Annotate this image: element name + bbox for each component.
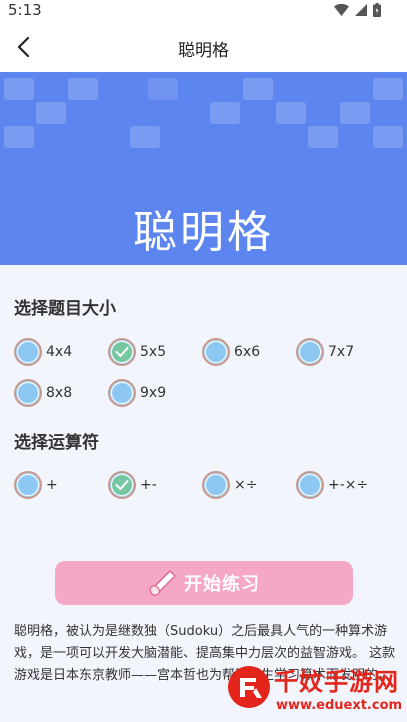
operator-option-plus-minus[interactable]: +- bbox=[108, 470, 157, 500]
banner-title: 聪明格 bbox=[133, 207, 274, 258]
pencil-hand-icon bbox=[149, 570, 176, 596]
option-label: 5x5 bbox=[140, 344, 167, 360]
option-label: +- bbox=[140, 477, 157, 493]
checkmark-icon bbox=[115, 480, 129, 490]
radio-button[interactable] bbox=[202, 338, 230, 366]
option-label: +-×÷ bbox=[328, 477, 369, 493]
battery-icon bbox=[373, 3, 381, 17]
watermark: 千妏手游网 www.eduext.com bbox=[222, 662, 407, 722]
option-label: 9x9 bbox=[140, 385, 167, 401]
radio-button-checked[interactable] bbox=[108, 338, 136, 366]
operator-option-plus[interactable]: + bbox=[14, 470, 58, 500]
option-label: + bbox=[46, 477, 58, 493]
size-option-8x8[interactable]: 8x8 bbox=[14, 378, 72, 408]
operator-section-title: 选择运算符 bbox=[14, 433, 99, 453]
status-icons bbox=[334, 3, 381, 17]
watermark-logo-icon bbox=[228, 666, 270, 708]
start-button-label: 开始练习 bbox=[184, 574, 260, 595]
option-label: 8x8 bbox=[46, 385, 73, 401]
option-label: 7x7 bbox=[328, 344, 355, 360]
radio-button[interactable] bbox=[14, 471, 42, 499]
size-option-7x7[interactable]: 7x7 bbox=[296, 337, 354, 367]
option-label: ×÷ bbox=[234, 477, 258, 493]
operator-option-times-divide[interactable]: ×÷ bbox=[202, 470, 257, 500]
watermark-name: 千妏手游网 bbox=[274, 668, 399, 696]
radio-button[interactable] bbox=[296, 338, 324, 366]
size-option-5x5[interactable]: 5x5 bbox=[108, 337, 166, 367]
radio-button[interactable] bbox=[108, 379, 136, 407]
status-time: 5:13 bbox=[8, 1, 42, 19]
radio-button[interactable] bbox=[14, 379, 42, 407]
size-section-title: 选择题目大小 bbox=[14, 299, 116, 319]
start-practice-button[interactable]: 开始练习 bbox=[55, 561, 353, 605]
option-label: 6x6 bbox=[234, 344, 261, 360]
checkmark-icon bbox=[115, 347, 129, 357]
signal-icon bbox=[355, 4, 367, 16]
status-bar: 5:13 bbox=[0, 0, 407, 22]
operator-option-all[interactable]: +-×÷ bbox=[296, 470, 368, 500]
radio-button[interactable] bbox=[202, 471, 230, 499]
wifi-icon bbox=[334, 4, 349, 16]
radio-button-checked[interactable] bbox=[108, 471, 136, 499]
size-option-6x6[interactable]: 6x6 bbox=[202, 337, 260, 367]
option-label: 4x4 bbox=[46, 344, 73, 360]
size-option-4x4[interactable]: 4x4 bbox=[14, 337, 72, 367]
watermark-url: www.eduext.com bbox=[276, 698, 403, 713]
radio-button[interactable] bbox=[14, 338, 42, 366]
radio-button[interactable] bbox=[296, 471, 324, 499]
size-option-9x9[interactable]: 9x9 bbox=[108, 378, 166, 408]
page-title: 聪明格 bbox=[178, 41, 229, 61]
app-header: 聪明格 bbox=[0, 22, 407, 72]
